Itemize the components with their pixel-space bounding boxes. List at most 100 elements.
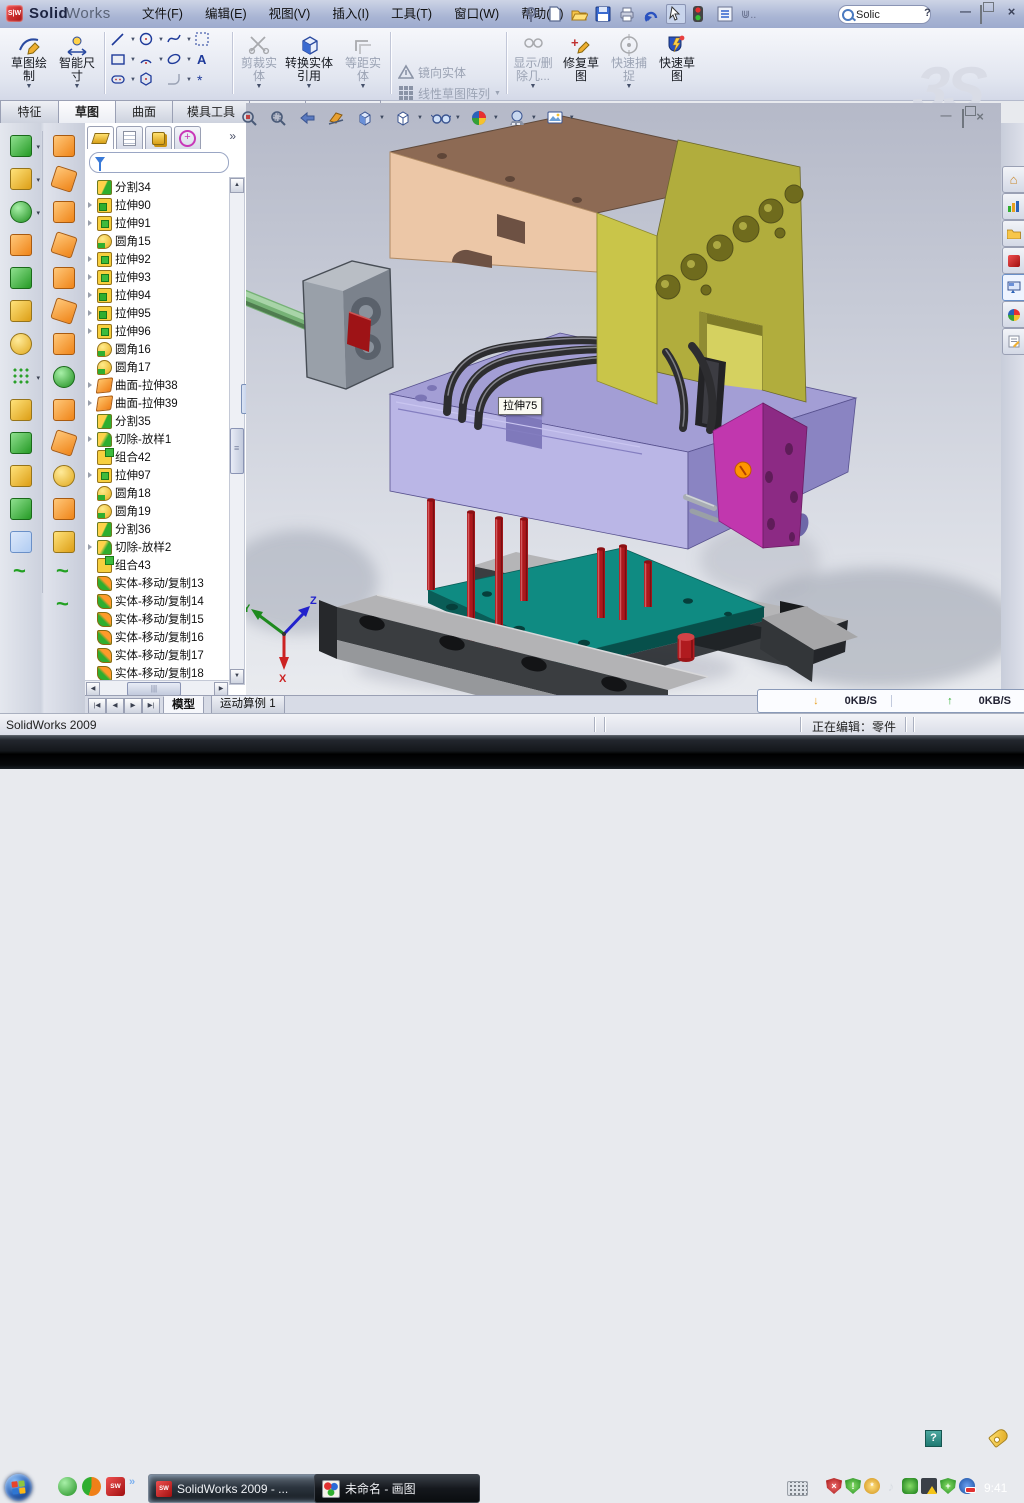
hscrollbar-thumb[interactable]: ||| bbox=[127, 682, 181, 696]
open-icon[interactable] bbox=[570, 5, 588, 23]
linear-sketch-pattern-button[interactable]: 线性草图阵列▼ bbox=[398, 83, 501, 103]
graphics-viewport[interactable]: Y Z X bbox=[246, 103, 1001, 695]
tree-item[interactable]: 圆角19 bbox=[87, 502, 229, 520]
display-delete-relations-button[interactable]: 显示/删除几...▼ bbox=[510, 30, 556, 96]
mirror-entities-button[interactable]: 镜向实体 bbox=[398, 62, 466, 82]
quick-launch-solidworks-icon[interactable]: SW bbox=[106, 1477, 125, 1496]
tab-surfaces[interactable]: 曲面 bbox=[116, 100, 173, 124]
selection-box-tool[interactable] bbox=[194, 31, 220, 50]
undo-icon[interactable] bbox=[642, 5, 660, 23]
rapid-sketch-button[interactable]: 快速草图 bbox=[654, 30, 700, 96]
feature-tool-button[interactable]: ▾ bbox=[0, 197, 42, 230]
prev-tab-button[interactable]: ◀ bbox=[106, 698, 124, 714]
save-icon[interactable] bbox=[594, 5, 612, 23]
panel-more-chevron[interactable]: » bbox=[229, 129, 236, 143]
tray-messenger-icon[interactable] bbox=[902, 1478, 918, 1494]
expand-arrow-icon[interactable] bbox=[87, 217, 97, 229]
tree-item[interactable]: 圆角15 bbox=[87, 232, 229, 250]
expand-arrow-icon[interactable] bbox=[87, 469, 97, 481]
rectangle-tool[interactable]: ▼ bbox=[110, 51, 136, 70]
mold-tool-button[interactable]: ▾ bbox=[43, 428, 85, 461]
last-tab-button[interactable]: ▶| bbox=[142, 698, 160, 714]
quick-snaps-button[interactable]: 快速捕捉▼ bbox=[606, 30, 652, 96]
scrollbar-thumb[interactable] bbox=[230, 428, 244, 474]
zoom-to-fit-icon[interactable] bbox=[238, 108, 260, 128]
options-icon[interactable] bbox=[716, 5, 734, 23]
feature-tool-button[interactable]: ▾ bbox=[0, 395, 42, 428]
feature-tool-button[interactable]: ▾ bbox=[0, 461, 42, 494]
design-library-button[interactable] bbox=[1002, 193, 1024, 220]
feature-tool-button[interactable]: ▾ bbox=[0, 494, 42, 527]
custom-properties-button[interactable] bbox=[1002, 328, 1024, 355]
tree-filter-input[interactable] bbox=[89, 152, 229, 173]
restore-button[interactable] bbox=[980, 6, 982, 24]
zoom-to-area-icon[interactable] bbox=[267, 108, 289, 128]
mold-tool-button[interactable]: ▾ bbox=[43, 494, 85, 527]
tree-item[interactable]: 实体-移动/复制16 bbox=[87, 628, 229, 646]
feature-tool-button[interactable]: ▾ bbox=[0, 131, 42, 164]
tree-item[interactable]: 拉伸96 bbox=[87, 322, 229, 340]
line-tool[interactable]: ▼ bbox=[110, 31, 136, 50]
edit-appearance-icon[interactable] bbox=[468, 108, 490, 128]
configuration-manager-tab[interactable] bbox=[145, 126, 172, 149]
sketch-fillet-tool[interactable]: ▼ bbox=[166, 71, 192, 90]
tray-volume-icon[interactable]: ♪ bbox=[883, 1478, 899, 1494]
menu-item[interactable]: 视图(V) bbox=[269, 0, 311, 28]
feature-tool-button[interactable]: ▾ bbox=[0, 428, 42, 461]
menu-item[interactable]: 文件(F) bbox=[142, 0, 183, 28]
tray-network-warning-icon[interactable] bbox=[921, 1478, 937, 1494]
menu-item[interactable]: 编辑(E) bbox=[205, 0, 247, 28]
feature-tool-button[interactable]: ▾ bbox=[0, 230, 42, 263]
model-magenta-block[interactable] bbox=[713, 403, 807, 548]
solidworks-resources-button[interactable]: ⌂ bbox=[1002, 166, 1024, 193]
previous-view-icon[interactable] bbox=[296, 108, 318, 128]
mold-tool-button[interactable]: ▾ bbox=[43, 527, 85, 560]
tree-horizontal-scrollbar[interactable]: ◀ ||| ▶ bbox=[85, 680, 229, 695]
tag-icon[interactable] bbox=[988, 1427, 1010, 1448]
tree-item[interactable]: 圆角16 bbox=[87, 340, 229, 358]
sketch-draw-button[interactable]: 草图绘制▼ bbox=[6, 30, 52, 96]
feature-tool-button[interactable]: ▾ bbox=[0, 527, 42, 560]
expand-arrow-icon[interactable] bbox=[87, 199, 97, 211]
view-orientation-icon[interactable] bbox=[354, 108, 376, 128]
tray-security-alert-icon[interactable]: × bbox=[826, 1478, 842, 1494]
rebuild-icon[interactable] bbox=[692, 5, 710, 23]
circle-tool[interactable]: ▼ bbox=[138, 31, 164, 50]
hide-show-items-icon[interactable] bbox=[430, 108, 452, 128]
taskbar-window-solidworks[interactable]: SW SolidWorks 2009 - ... bbox=[148, 1474, 322, 1503]
mold-tool-button[interactable]: ▾ bbox=[43, 230, 85, 263]
tree-item[interactable]: 圆角18 bbox=[87, 484, 229, 502]
scroll-right-arrow[interactable]: ▶ bbox=[214, 682, 228, 696]
model-stop-cylinder[interactable] bbox=[678, 633, 695, 662]
tree-item[interactable]: 拉伸91 bbox=[87, 214, 229, 232]
quick-launch-app-icon[interactable] bbox=[82, 1477, 101, 1496]
tree-item[interactable]: 切除-放样1 bbox=[87, 430, 229, 448]
tree-item[interactable]: 曲面-拉伸39 bbox=[87, 394, 229, 412]
menu-item[interactable]: 工具(T) bbox=[391, 0, 432, 28]
mold-tool-button[interactable]: ▾ bbox=[43, 263, 85, 296]
feature-tool-button[interactable]: ▾ bbox=[0, 296, 42, 329]
model-canvas[interactable]: Y Z X bbox=[246, 103, 1001, 695]
dimxpert-manager-tab[interactable]: + bbox=[174, 126, 201, 149]
tray-update-icon[interactable]: * bbox=[864, 1478, 880, 1494]
tree-item[interactable]: 拉伸97 bbox=[87, 466, 229, 484]
taskbar-clock[interactable]: 9:41 bbox=[984, 1481, 1007, 1495]
expand-arrow-icon[interactable] bbox=[87, 271, 97, 283]
select-tool-icon[interactable] bbox=[666, 4, 686, 24]
tab-features[interactable]: 特征 bbox=[0, 100, 59, 124]
tray-antivirus-icon[interactable]: ! bbox=[845, 1478, 861, 1494]
view-palette-button[interactable] bbox=[1002, 274, 1024, 301]
section-view-icon[interactable] bbox=[325, 108, 347, 128]
status-help-button[interactable]: ? bbox=[925, 1430, 942, 1447]
expand-arrow-icon[interactable] bbox=[87, 253, 97, 265]
expand-arrow-icon[interactable] bbox=[87, 541, 97, 553]
ellipse-tool[interactable]: ▼ bbox=[166, 51, 192, 70]
convert-entities-button[interactable]: 转换实体引用▼ bbox=[282, 30, 336, 96]
tray-defender-icon[interactable]: + bbox=[940, 1478, 956, 1494]
slot-tool[interactable]: ▼ bbox=[110, 71, 136, 90]
trim-entities-button[interactable]: 剪裁实体▼ bbox=[236, 30, 282, 96]
arc-tool[interactable]: ▼ bbox=[138, 51, 164, 70]
tree-item[interactable]: 实体-移动/复制13 bbox=[87, 574, 229, 592]
tree-vertical-scrollbar[interactable]: ▲ ▼ bbox=[229, 177, 245, 685]
mold-tool-button[interactable]: ▾ bbox=[43, 461, 85, 494]
